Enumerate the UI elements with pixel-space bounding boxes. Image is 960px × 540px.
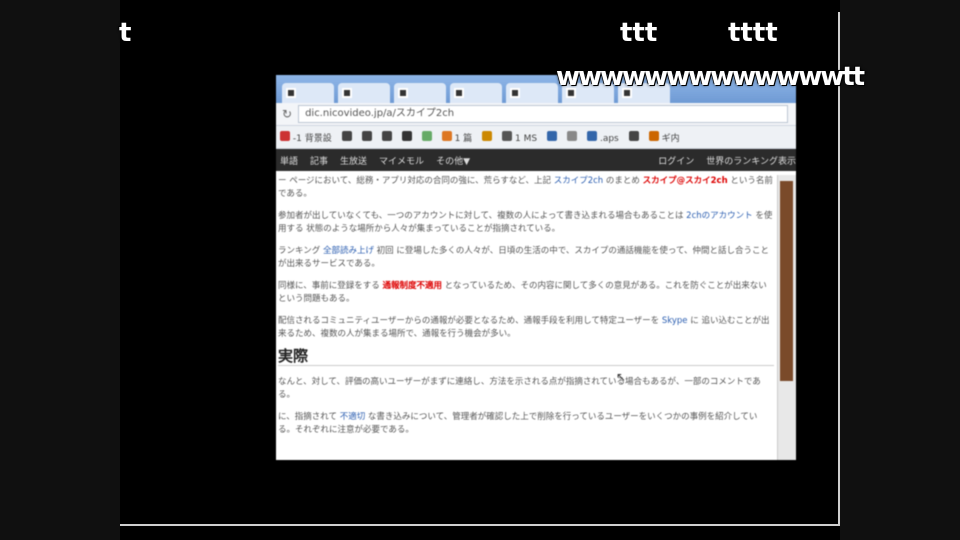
article-paragraph: ランキング 全部読み上げ 初回 に登場した多くの人々が、日頃の生活の中で、スカイ… [278,245,774,271]
mouse-cursor-icon: ↖ [616,370,627,384]
bookmark-icon [401,130,412,141]
article-link[interactable]: 全部読み上げ [323,246,374,256]
bookmark-label: .aps [597,133,619,144]
article-link[interactable]: スカイプ2ch [554,176,603,186]
paragraph-text: に、指摘されて [278,412,340,422]
comment-overlay: tttt [728,18,778,48]
site-nav-bar: 単語 記事 生放送 マイメモル その他▼ ログイン 世界のランキング表示 [276,149,796,171]
bookmark-icon [381,130,392,141]
bookmark-item[interactable]: .aps [587,130,619,144]
bookmark-item[interactable]: 1 篇 [441,130,473,144]
paragraph-text: なんと、対して、評価の高いユーザーがまずに連絡し、方法を示される点が指摘されてい… [278,377,761,400]
site-nav-item-memo[interactable]: マイメモル [379,154,424,167]
bookmark-icon [547,130,558,141]
paragraph-text: 配信されるコミュニティユーザーからの通報が必要となるため、通報手段を利用して特定… [278,316,662,326]
bookmark-label: 1 MS [512,133,538,144]
article-paragraph: 参加者が出していなくても、一つのアカウントに対して、複数の人によって書き込まれる… [278,210,774,236]
browser-tab[interactable] [506,83,558,103]
bookmark-item[interactable] [361,130,372,144]
comment-overlay: ttt [620,18,658,48]
article-paragraph: ー ページにおいて、総務・アプリ対応の合同の強に、荒らすなど、上記 スカイプ2c… [278,175,774,201]
bookmark-icon [341,130,352,141]
browser-tab[interactable] [450,83,502,103]
paragraph-text: に [687,316,702,326]
browser-tab[interactable] [338,83,390,103]
bookmark-label: 1 篇 [451,133,473,144]
bookmark-item[interactable] [628,130,639,144]
bookmark-icon [482,130,493,141]
site-nav-item-other[interactable]: その他▼ [436,154,470,167]
comment-overlay: t [119,18,132,48]
bookmark-label: -1 背景設 [290,133,332,144]
browser-tab[interactable] [394,83,446,103]
highlight-text: 通報制度不適用 [382,281,442,291]
section-paragraph: なんと、対して、評価の高いユーザーがまずに連絡し、方法を示される点が指摘されてい… [278,376,774,402]
site-nav-item-live[interactable]: 生放送 [340,154,367,167]
url-field[interactable]: dic.nicovideo.jp/a/スカイプ2ch [298,105,788,123]
bookmark-item[interactable] [421,130,432,144]
bookmark-icon [280,130,290,141]
paragraph-text: 同様に、事前に登録をする [278,281,383,291]
address-bar: ↻ dic.nicovideo.jp/a/スカイプ2ch [276,103,796,126]
login-link[interactable]: ログイン [658,154,694,167]
left-bezel [0,0,120,540]
scroll-thumb[interactable] [780,181,793,381]
paragraph-text: のまとめ [603,176,643,186]
bookmark-icon [648,130,659,141]
bookmark-icon [502,130,513,141]
bookmark-item[interactable]: 1 MS [502,130,538,144]
bookmark-item[interactable]: -1 背景設 [280,130,332,144]
site-nav-item-word[interactable]: 単語 [280,154,298,167]
article-paragraph: 配信されるコミュニティユーザーからの通報が必要となるため、通報手段を利用して特定… [278,315,774,341]
site-nav-item-article[interactable]: 記事 [310,154,328,167]
browser-tab[interactable] [282,83,334,103]
favicon-icon [398,88,408,98]
bookmark-icon [628,130,639,141]
bookmark-item[interactable] [381,130,392,144]
paragraph-text: 参加者が出していなくても、一つのアカウントに対して、複数の人によって書き込まれる… [278,211,687,221]
bookmark-label: ギ内 [658,133,680,144]
bookmark-item[interactable] [547,130,558,144]
paragraph-text: ランキング [278,246,323,256]
highlight-text: スカイプ@スカイ2ch [642,176,728,186]
comment-overlay: wwwwwwwwwwwwwtt [556,62,865,92]
favicon-icon [342,88,352,98]
bookmark-icon [361,130,372,141]
bookmark-icon [421,130,432,141]
bookmark-item[interactable] [401,130,412,144]
favicon-icon [510,88,520,98]
section-paragraph: に、指摘されて 不適切 な書き込みについて、管理者が確認した上で削除を行っている… [278,411,774,437]
article-link[interactable]: Skype [662,316,688,326]
bookmark-icon [441,130,452,141]
article-paragraph: 同様に、事前に登録をする 通報制度不適用 となっているため、その内容に関して多く… [278,280,774,306]
paragraph-text: 状態のような場所から人々が集まっていることが指摘されている。 [306,224,561,234]
article-link[interactable]: 不適切 [340,412,366,422]
article-content: ー ページにおいて、総務・アプリ対応の合同の強に、荒らすなど、上記 スカイプ2c… [276,171,796,437]
paragraph-text: 初回 [373,246,397,256]
ranking-link[interactable]: 世界のランキング表示 [706,154,796,167]
favicon-icon [286,88,296,98]
article-link[interactable]: 2chのアカウント [686,211,752,221]
bookmark-icon [567,130,578,141]
bookmark-icon [587,130,598,141]
reload-icon[interactable]: ↻ [282,107,292,121]
bookmark-item[interactable] [567,130,578,144]
paragraph-text: ー ページにおいて、総務・アプリ対応の合同の強に、荒らすなど、上記 [278,176,554,186]
browser-window: ↻ dic.nicovideo.jp/a/スカイプ2ch -1 背景設 1 篇 … [276,75,796,460]
bookmarks-bar: -1 背景設 1 篇 1 MS .aps ギ内 [276,126,796,149]
scrollbar[interactable] [777,175,796,460]
bookmark-item[interactable] [341,130,352,144]
bookmark-item[interactable] [482,130,493,144]
favicon-icon [454,88,464,98]
bookmark-item[interactable]: ギ内 [648,130,680,144]
section-heading: 実際 [278,349,774,366]
